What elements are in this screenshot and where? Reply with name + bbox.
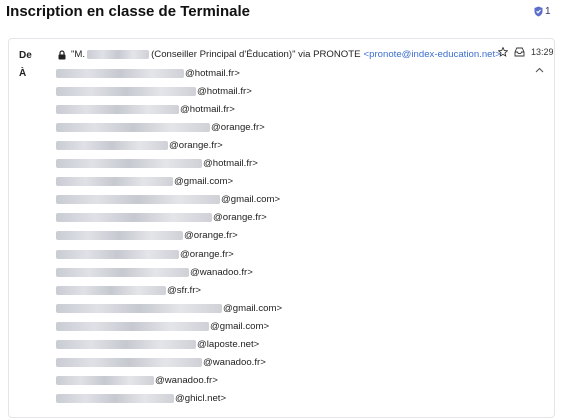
recipient-domain: @wanadoo.fr> [155,375,218,387]
recipient-item[interactable]: @hotmail.fr> [56,102,235,116]
recipient-domain: @orange.fr> [184,230,238,242]
redacted-recipient-name [56,140,168,150]
recipient-item[interactable]: @sfr.fr> [56,283,201,297]
redacted-recipient-name [56,249,179,259]
recipient-domain: @wanadoo.fr> [203,357,266,369]
redacted-recipient-name [56,267,189,277]
recipient-item[interactable]: @laposte.net> [56,338,259,352]
recipient-domain: @gmail.com> [210,320,270,332]
redacted-recipient-name [56,394,174,404]
redacted-recipient-name [56,213,212,223]
recipient-domain: @wanadoo.fr> [190,266,253,278]
recipient-item[interactable]: @gmail.com> [56,319,269,333]
recipient-item[interactable]: @wanadoo.fr> [56,374,218,388]
redacted-recipient-name [56,231,183,241]
recipient-item[interactable]: @hotmail.fr> [56,66,240,80]
recipient-domain: @hotmail.fr> [203,158,258,169]
redacted-recipient-name [56,104,179,114]
recipient-domain: @hotmail.fr> [185,67,240,79]
recipient-domain: @ghicl.net> [175,393,227,405]
star-icon[interactable] [498,47,508,57]
recipient-item[interactable]: @orange.fr> [56,138,223,152]
redacted-recipient-name [56,68,184,78]
redacted-recipient-name [56,195,220,205]
recipient-item[interactable]: @gmail.com> [56,175,233,189]
recipient-item[interactable]: @orange.fr> [56,211,267,225]
recipient-item[interactable]: @orange.fr> [56,247,234,261]
redacted-recipient-name [56,159,202,168]
recipient-domain: @gmail.com> [223,302,283,314]
redacted-recipient-name [56,303,222,313]
recipient-domain: @orange.fr> [169,139,223,151]
recipient-domain: @hotmail.fr> [180,103,235,115]
recipient-domain: @orange.fr> [180,248,234,260]
redacted-recipient-name [56,122,210,132]
inbox-icon[interactable] [514,47,525,57]
sender-prefix: "M. [71,49,86,60]
lock-icon [58,49,66,60]
recipient-domain: @orange.fr> [213,212,267,224]
page-title: Inscription en classe de Terminale [6,3,250,20]
badge-count: 1 [545,6,551,17]
recipient-item[interactable]: @hotmail.fr> [56,157,258,171]
redacted-recipient-name [56,86,196,96]
sender-role: (Conseiller Principal d'Éducation)" via … [151,49,361,60]
recipient-domain: @orange.fr> [211,121,265,133]
to-label: À [19,68,27,79]
recipient-item[interactable]: @wanadoo.fr> [56,356,266,370]
sender-email[interactable]: <pronote@index-education.net> [364,49,501,60]
recipient-item[interactable]: @hotmail.fr> [56,84,252,98]
redacted-sender-name [87,50,150,59]
recipient-domain: @sfr.fr> [167,284,201,296]
recipient-domain: @gmail.com> [174,176,234,188]
recipient-item[interactable]: @gmail.com> [56,193,280,207]
sender-line[interactable]: "M. (Conseiller Principal d'Éducation)" … [58,49,501,60]
recipient-domain: @gmail.com> [221,194,281,206]
collapse-chevron-icon[interactable] [535,67,544,73]
redacted-recipient-name [56,358,202,368]
redacted-recipient-name [56,340,196,349]
shield-icon [534,6,543,17]
recipient-item[interactable]: @orange.fr> [56,229,238,243]
recipient-item[interactable]: @ghicl.net> [56,392,226,406]
recipient-domain: @hotmail.fr> [197,85,252,97]
message-actions: 13:29 [498,47,554,57]
redacted-recipient-name [56,177,173,187]
redacted-recipient-name [56,285,166,295]
recipient-domain: @laposte.net> [197,339,260,350]
message-time: 13:29 [531,47,554,57]
recipient-item[interactable]: @gmail.com> [56,301,282,315]
security-badge[interactable]: 1 [534,6,551,17]
from-label: De [19,50,32,61]
redacted-recipient-name [56,321,209,331]
redacted-recipient-name [56,376,154,386]
recipient-item[interactable]: @orange.fr> [56,120,265,134]
recipient-item[interactable]: @wanadoo.fr> [56,265,253,279]
